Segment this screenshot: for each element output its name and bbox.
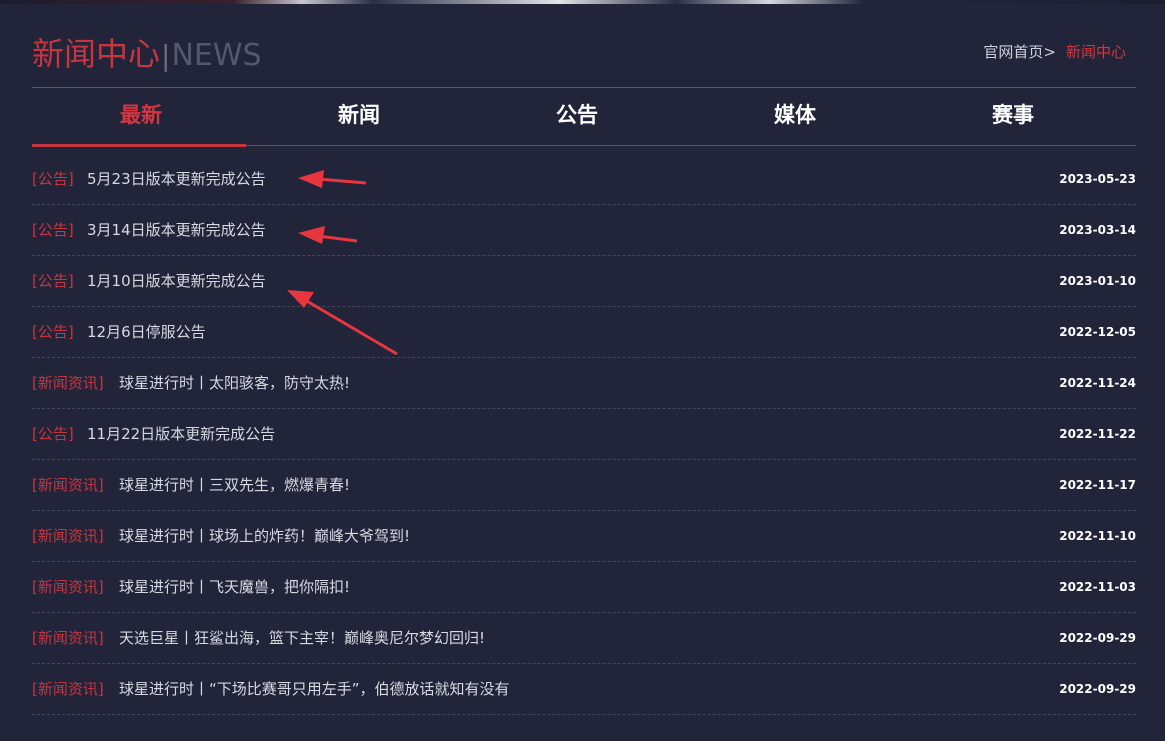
news-title-link[interactable]: 1月10日版本更新完成公告 [87,270,266,292]
news-item[interactable]: [新闻资讯] 球星进行时丨“下场比赛哥只用左手”，伯德放话就知有没有 2022-… [32,664,1136,715]
news-category: [新闻资讯] [32,680,104,698]
news-item[interactable]: [公告] 1月10日版本更新完成公告 2023-01-10 [32,256,1136,307]
news-title-link[interactable]: 12月6日停服公告 [87,321,206,343]
news-item[interactable]: [公告] 11月22日版本更新完成公告 2022-11-22 [32,409,1136,460]
news-header: 新闻中心|NEWS 官网首页> 新闻中心 [32,34,1136,78]
news-item[interactable]: [公告] 12月6日停服公告 2022-12-05 [32,307,1136,358]
tab-news[interactable]: 新闻 [250,88,468,145]
tab-media[interactable]: 媒体 [686,88,904,145]
news-title-link[interactable]: 球星进行时丨飞天魔兽，把你隔扣! [119,576,350,598]
news-title-link[interactable]: 5月23日版本更新完成公告 [87,168,266,190]
news-item[interactable]: [公告] 5月23日版本更新完成公告 2023-05-23 [32,154,1136,205]
page-title-en: NEWS [171,38,262,73]
news-date: 2022-11-22 [1059,427,1136,441]
news-date: 2022-09-29 [1059,682,1136,696]
news-title-link[interactable]: 球星进行时丨太阳骇客，防守太热! [119,372,350,394]
breadcrumb-separator: > [1043,43,1056,61]
news-date: 2022-11-03 [1059,580,1136,594]
news-item[interactable]: [新闻资讯] 球星进行时丨三双先生，燃爆青春! 2022-11-17 [32,460,1136,511]
news-date: 2022-11-10 [1059,529,1136,543]
news-category: [公告] [32,272,74,290]
news-title-link[interactable]: 球星进行时丨三双先生，燃爆青春! [119,474,350,496]
news-date: 2023-05-23 [1059,172,1136,186]
tab-announcements[interactable]: 公告 [468,88,686,145]
news-title-link[interactable]: 3月14日版本更新完成公告 [87,219,266,241]
news-category: [公告] [32,221,74,239]
news-title-link[interactable]: 11月22日版本更新完成公告 [87,423,275,445]
news-center: 新闻中心|NEWS 官网首页> 新闻中心 最新 新闻 公告 媒体 赛事 [公告] … [32,4,1136,741]
news-category: [新闻资讯] [32,578,104,596]
news-category: [新闻资讯] [32,476,104,494]
breadcrumb: 官网首页> 新闻中心 [983,40,1126,64]
breadcrumb-current: 新闻中心 [1065,43,1126,61]
news-title-link[interactable]: 天选巨星丨狂鲨出海，篮下主宰！巅峰奥尼尔梦幻回归! [119,627,485,649]
news-category: [公告] [32,170,74,188]
news-item[interactable]: [公告] 3月14日版本更新完成公告 2023-03-14 [32,205,1136,256]
news-date: 2022-09-29 [1059,631,1136,645]
news-item[interactable]: [新闻资讯] 球星进行时丨球场上的炸药！巅峰大爷驾到! 2022-11-10 [32,511,1136,562]
news-tabs: 最新 新闻 公告 媒体 赛事 [32,87,1136,147]
news-date: 2022-11-24 [1059,376,1136,390]
news-date: 2023-01-10 [1059,274,1136,288]
news-category: [新闻资讯] [32,374,104,392]
news-title-link[interactable]: 球星进行时丨“下场比赛哥只用左手”，伯德放话就知有没有 [119,678,510,700]
tab-events[interactable]: 赛事 [904,88,1122,145]
news-category: [新闻资讯] [32,527,104,545]
news-category: [公告] [32,323,74,341]
tab-latest[interactable]: 最新 [32,88,250,147]
news-date: 2023-03-14 [1059,223,1136,237]
news-category: [公告] [32,425,74,443]
news-item[interactable]: [新闻资讯] 天选巨星丨狂鲨出海，篮下主宰！巅峰奥尼尔梦幻回归! 2022-09… [32,613,1136,664]
news-item[interactable]: [新闻资讯] 球星进行时丨飞天魔兽，把你隔扣! 2022-11-03 [32,562,1136,613]
page-title-cn: 新闻中心 [32,35,161,73]
news-list: [公告] 5月23日版本更新完成公告 2023-05-23 [公告] 3月14日… [32,154,1136,715]
page-title: 新闻中心|NEWS [32,34,262,76]
news-date: 2022-11-17 [1059,478,1136,492]
breadcrumb-home-link[interactable]: 官网首页 [983,43,1043,61]
news-date: 2022-12-05 [1059,325,1136,339]
news-category: [新闻资讯] [32,629,104,647]
news-title-link[interactable]: 球星进行时丨球场上的炸药！巅峰大爷驾到! [119,525,410,547]
title-separator: | [161,39,171,72]
news-item[interactable]: [新闻资讯] 球星进行时丨太阳骇客，防守太热! 2022-11-24 [32,358,1136,409]
